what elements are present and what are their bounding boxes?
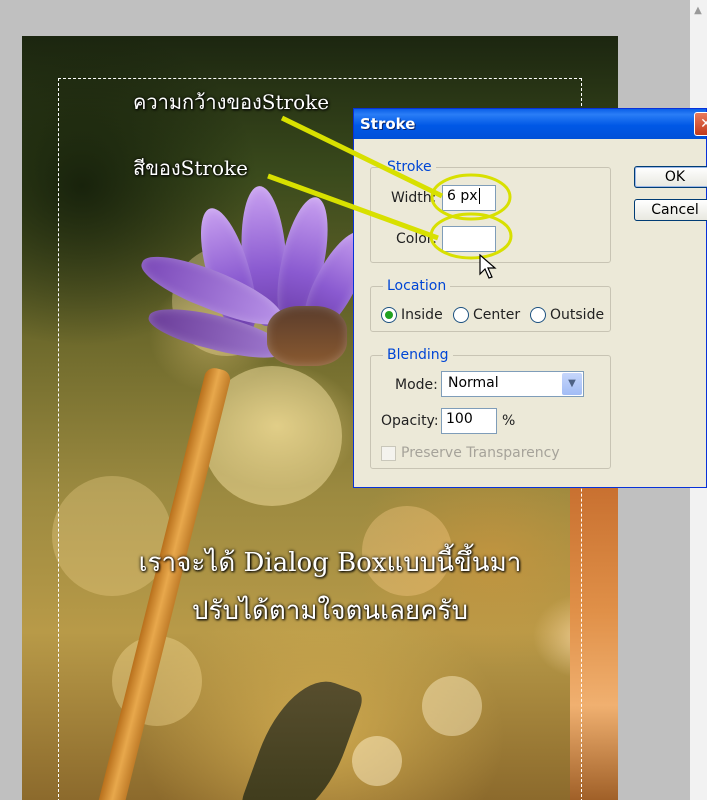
stroke-dialog: Stroke ✕ Stroke Width: 6 px Color: Locat… bbox=[353, 108, 707, 488]
blend-mode-select[interactable]: Normal ▼ bbox=[441, 371, 584, 397]
radio-center-label[interactable]: Center bbox=[473, 307, 520, 323]
chevron-down-icon[interactable]: ▼ bbox=[562, 373, 582, 395]
width-input[interactable]: 6 px bbox=[442, 185, 496, 211]
color-swatch[interactable] bbox=[442, 226, 496, 252]
opacity-unit: % bbox=[502, 413, 516, 429]
preserve-transparency-label: Preserve Transparency bbox=[401, 445, 560, 461]
opacity-input[interactable]: 100 bbox=[441, 408, 497, 434]
mouse-pointer-icon bbox=[479, 254, 497, 279]
radio-outside-label[interactable]: Outside bbox=[550, 307, 604, 323]
caption-line-1: เราจะได้ Dialog Boxแบบนี้ขึ้นมา bbox=[138, 548, 522, 578]
color-annotation-label: สีของStroke bbox=[133, 156, 248, 180]
dialog-title-bar[interactable]: Stroke ✕ bbox=[354, 109, 707, 139]
stroke-group-title: Stroke bbox=[383, 159, 436, 175]
caption-line-2: ปรับได้ตามใจตนเลยครับ bbox=[191, 596, 469, 626]
color-label: Color: bbox=[396, 231, 438, 247]
close-icon[interactable]: ✕ bbox=[694, 112, 707, 136]
blend-mode-value: Normal bbox=[448, 375, 499, 391]
mode-label: Mode: bbox=[395, 377, 438, 393]
radio-inside[interactable] bbox=[381, 307, 397, 323]
ok-button[interactable]: OK bbox=[634, 166, 707, 188]
opacity-value: 100 bbox=[446, 411, 473, 427]
blending-group-title: Blending bbox=[383, 347, 453, 363]
width-label: Width: bbox=[391, 190, 437, 206]
width-value: 6 px bbox=[447, 188, 478, 204]
scroll-up-icon[interactable]: ▲ bbox=[692, 4, 704, 18]
dialog-title: Stroke bbox=[360, 115, 416, 133]
location-group-title: Location bbox=[383, 278, 451, 294]
width-annotation-label: ความกว้างของStroke bbox=[133, 90, 330, 114]
preserve-transparency-checkbox[interactable] bbox=[381, 446, 396, 461]
radio-outside[interactable] bbox=[530, 307, 546, 323]
opacity-label: Opacity: bbox=[381, 413, 439, 429]
radio-center[interactable] bbox=[453, 307, 469, 323]
radio-inside-label[interactable]: Inside bbox=[401, 307, 443, 323]
cancel-button[interactable]: Cancel bbox=[634, 199, 707, 221]
